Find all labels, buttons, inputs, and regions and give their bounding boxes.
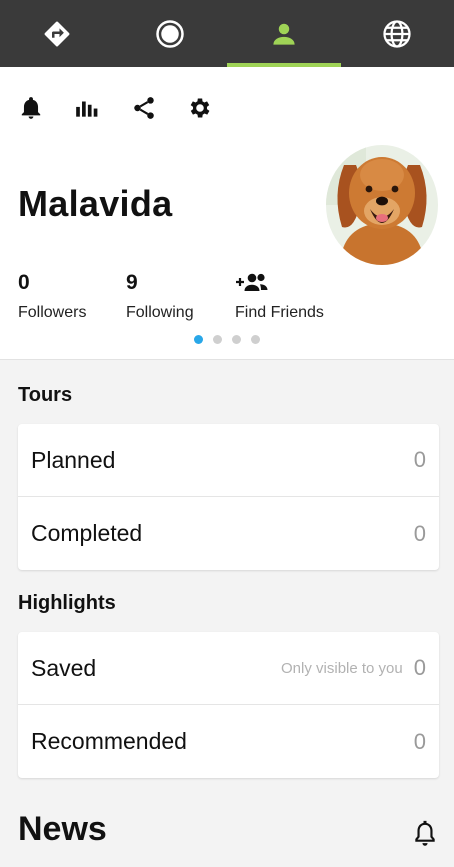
find-friends-label: Find Friends [235, 304, 324, 321]
following-stat[interactable]: 9 Following [126, 270, 194, 322]
directions-icon [44, 21, 70, 46]
row-label: Completed [31, 520, 143, 546]
row-label: Saved [31, 654, 97, 681]
record-icon [156, 19, 184, 48]
username: Malavida [18, 183, 173, 224]
row-count: 0 [413, 728, 426, 754]
tab-record[interactable] [114, 0, 228, 67]
tab-profile[interactable] [227, 0, 341, 67]
row-count: 0 [413, 655, 426, 680]
pager-dot[interactable] [213, 335, 222, 344]
tours-planned-row[interactable]: Planned 0 [18, 424, 439, 497]
following-count: 9 [126, 271, 138, 294]
stats-icon [76, 101, 98, 117]
tab-globe[interactable] [341, 0, 454, 67]
followers-count: 0 [18, 271, 30, 294]
news-heading: News [18, 810, 107, 848]
pager-dot[interactable] [194, 335, 203, 344]
tours-card: Planned 0 Completed 0 [18, 424, 439, 570]
bell-icon [21, 97, 41, 119]
settings-button[interactable] [187, 95, 213, 121]
profile-icon [273, 23, 295, 45]
tours-completed-row[interactable]: Completed 0 [18, 497, 439, 570]
visibility-hint: Only visible to you [281, 659, 403, 677]
statistics-button[interactable] [74, 95, 100, 121]
pager-dots [194, 335, 260, 344]
top-navigation-bar [0, 0, 454, 67]
highlights-heading: Highlights [18, 592, 116, 614]
news-notifications-button[interactable] [412, 820, 438, 848]
tours-heading: Tours [18, 384, 73, 406]
avatar[interactable] [326, 145, 438, 265]
notifications-button[interactable] [18, 95, 44, 121]
bell-outline-icon [415, 820, 435, 846]
followers-label: Followers [18, 304, 87, 321]
share-icon [134, 97, 154, 119]
row-label: Planned [31, 446, 116, 473]
find-friends-button[interactable]: Find Friends [235, 270, 324, 322]
pager-dot[interactable] [251, 335, 260, 344]
row-count: 0 [413, 520, 426, 546]
row-label: Recommended [31, 728, 187, 754]
add-friends-icon [236, 273, 268, 291]
pager-dot[interactable] [232, 335, 241, 344]
highlights-card: Saved Only visible to you 0 Recommended … [18, 632, 439, 778]
tab-directions[interactable] [0, 0, 114, 67]
dog-avatar-image [326, 145, 438, 265]
share-button[interactable] [131, 95, 157, 121]
globe-icon [383, 19, 411, 48]
settings-icon [190, 98, 210, 118]
profile-header: Malavida 0 Followers 9 Following Find Fr… [0, 67, 454, 360]
highlights-saved-row[interactable]: Saved Only visible to you 0 [18, 632, 439, 705]
highlights-recommended-row[interactable]: Recommended 0 [18, 705, 439, 778]
followers-stat[interactable]: 0 Followers [18, 270, 86, 322]
following-label: Following [126, 304, 194, 321]
row-count: 0 [413, 447, 426, 472]
